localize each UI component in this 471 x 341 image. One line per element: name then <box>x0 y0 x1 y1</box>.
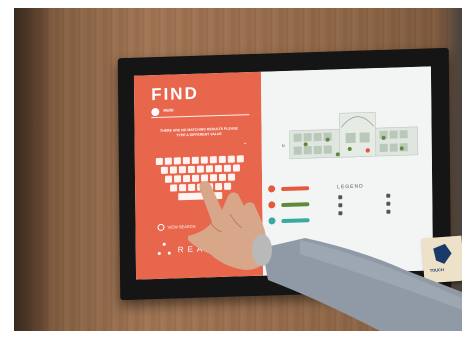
user-hand <box>188 181 462 331</box>
photo-scene: FIND MUNI THERE ARE NO MATCHING RESULTS … <box>0 0 471 341</box>
